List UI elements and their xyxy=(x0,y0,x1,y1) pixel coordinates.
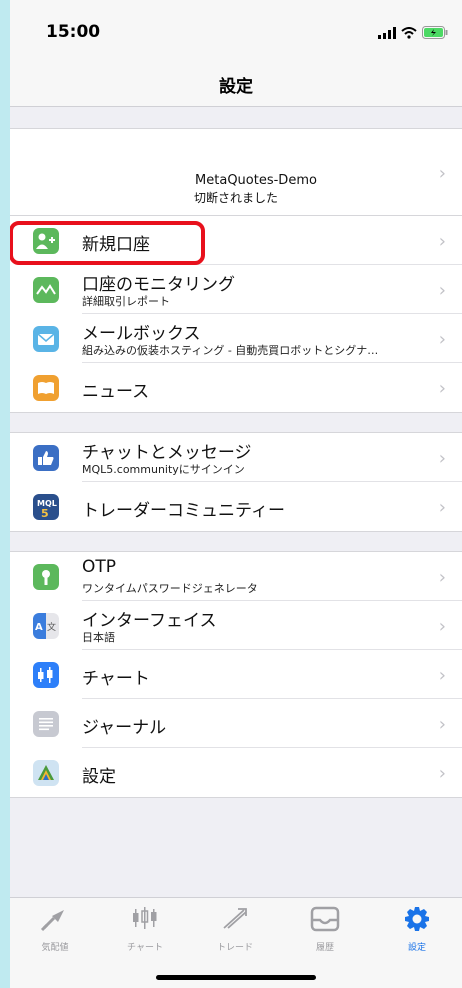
menu-item-news[interactable]: ニュース › xyxy=(10,363,462,412)
menu-item-label: 設定 xyxy=(82,767,116,787)
menu-item-chat[interactable]: チャットとメッセージ MQL5.communityにサインイン › xyxy=(10,433,462,482)
svg-text:文: 文 xyxy=(47,621,56,633)
otp-icon xyxy=(33,564,59,590)
status-bar: 15:00 xyxy=(10,0,462,60)
tab-quotes[interactable]: 気配値 xyxy=(10,906,100,953)
trade-icon xyxy=(220,908,250,936)
menu-item-label: インターフェイス xyxy=(82,611,217,631)
chevron-right-icon: › xyxy=(438,763,446,784)
interface-icon: A文 xyxy=(33,613,59,639)
account-group: MetaQuotes-Demo 切断されました › xyxy=(10,128,462,216)
chevron-right-icon: › xyxy=(438,665,446,686)
menu-item-subtitle: 日本語 xyxy=(82,631,115,644)
page-title: 設定 xyxy=(219,77,253,97)
menu-item-mailbox[interactable]: メールボックス 組み込みの仮装ホスティング - 自動売買ロボットとシグナ… › xyxy=(10,314,462,363)
highlight-box xyxy=(10,221,205,265)
chart-icon xyxy=(33,662,59,688)
chevron-right-icon: › xyxy=(438,714,446,735)
news-icon xyxy=(33,375,59,401)
menu-item-trader-community[interactable]: MQL 5 トレーダーコミュニティー › xyxy=(10,482,462,531)
settings-tab-icon xyxy=(402,907,432,936)
history-icon xyxy=(310,906,340,936)
tab-chart[interactable]: チャート xyxy=(100,906,190,953)
chevron-right-icon: › xyxy=(438,616,446,637)
chart-tab-icon xyxy=(130,907,160,936)
menu-item-subtitle: ワンタイムパスワードジェネレータ xyxy=(82,582,258,595)
signal-icon xyxy=(378,24,396,43)
settings-screen: 15:00 設定 MetaQuotes-Demo 切断されました › 新規口座 … xyxy=(10,0,462,988)
menu-item-label: トレーダーコミュニティー xyxy=(82,501,285,521)
menu-item-subtitle: MQL5.communityにサインイン xyxy=(82,463,245,476)
menu-item-label: ジャーナル xyxy=(82,718,167,738)
chevron-right-icon: › xyxy=(438,567,446,588)
tab-trade[interactable]: トレード xyxy=(190,906,280,953)
menu-item-otp[interactable]: OTP ワンタイムパスワードジェネレータ › xyxy=(10,552,462,601)
menu-item-label: 口座のモニタリング xyxy=(82,275,235,295)
svg-text:A: A xyxy=(35,622,43,633)
menu-item-monitoring[interactable]: 口座のモニタリング 詳細取引レポート › xyxy=(10,265,462,314)
menu-item-settings[interactable]: 設定 › xyxy=(10,748,462,797)
chevron-right-icon: › xyxy=(438,280,446,301)
quotes-icon xyxy=(40,910,70,936)
tab-settings[interactable]: 設定 xyxy=(372,906,462,953)
chevron-right-icon: › xyxy=(438,448,446,469)
monitoring-icon xyxy=(33,277,59,303)
svg-text:5: 5 xyxy=(41,507,49,518)
mailbox-icon xyxy=(33,326,59,352)
nav-bar: 設定 xyxy=(10,60,462,107)
chevron-right-icon: › xyxy=(438,497,446,518)
menu-item-subtitle: 詳細取引レポート xyxy=(82,295,170,308)
menu-item-label: OTP xyxy=(82,557,117,577)
chevron-right-icon: › xyxy=(438,329,446,350)
tab-label: 気配値 xyxy=(41,943,69,953)
preferences-group: OTP ワンタイムパスワードジェネレータ › A文 インターフェイス 日本語 ›… xyxy=(10,551,462,798)
tab-label: チャート xyxy=(127,943,163,953)
home-indicator xyxy=(156,975,316,980)
menu-item-chart[interactable]: チャート › xyxy=(10,650,462,699)
community-group: チャットとメッセージ MQL5.communityにサインイン › MQL 5 ト… xyxy=(10,432,462,532)
account-row[interactable]: MetaQuotes-Demo 切断されました › xyxy=(10,129,462,215)
menu-item-label: チャート xyxy=(82,669,150,689)
tab-label: 設定 xyxy=(407,943,426,953)
menu-item-label: ニュース xyxy=(82,382,150,402)
status-icons xyxy=(378,24,448,43)
settings-app-icon xyxy=(33,760,59,786)
menu-item-label: メールボックス xyxy=(82,324,201,344)
tab-label: トレード xyxy=(216,943,253,953)
chevron-right-icon: › xyxy=(438,378,446,399)
tab-label: 履歴 xyxy=(315,943,334,953)
wifi-icon xyxy=(401,24,417,43)
mql5-icon: MQL 5 xyxy=(33,494,59,520)
chat-icon xyxy=(33,445,59,471)
battery-icon xyxy=(422,24,448,43)
tab-history[interactable]: 履歴 xyxy=(280,906,370,953)
menu-item-journal[interactable]: ジャーナル › xyxy=(10,699,462,748)
chevron-right-icon: › xyxy=(438,163,446,184)
menu-item-interface[interactable]: A文 インターフェイス 日本語 › xyxy=(10,601,462,650)
menu-item-label: チャットとメッセージ xyxy=(82,443,252,463)
status-time: 15:00 xyxy=(46,22,101,42)
chevron-right-icon: › xyxy=(438,231,446,252)
account-name: MetaQuotes-Demo xyxy=(195,173,317,188)
account-status: 切断されました xyxy=(193,191,278,205)
menu-item-subtitle: 組み込みの仮装ホスティング - 自動売買ロボットとシグナ… xyxy=(82,344,379,357)
journal-icon xyxy=(33,711,59,737)
